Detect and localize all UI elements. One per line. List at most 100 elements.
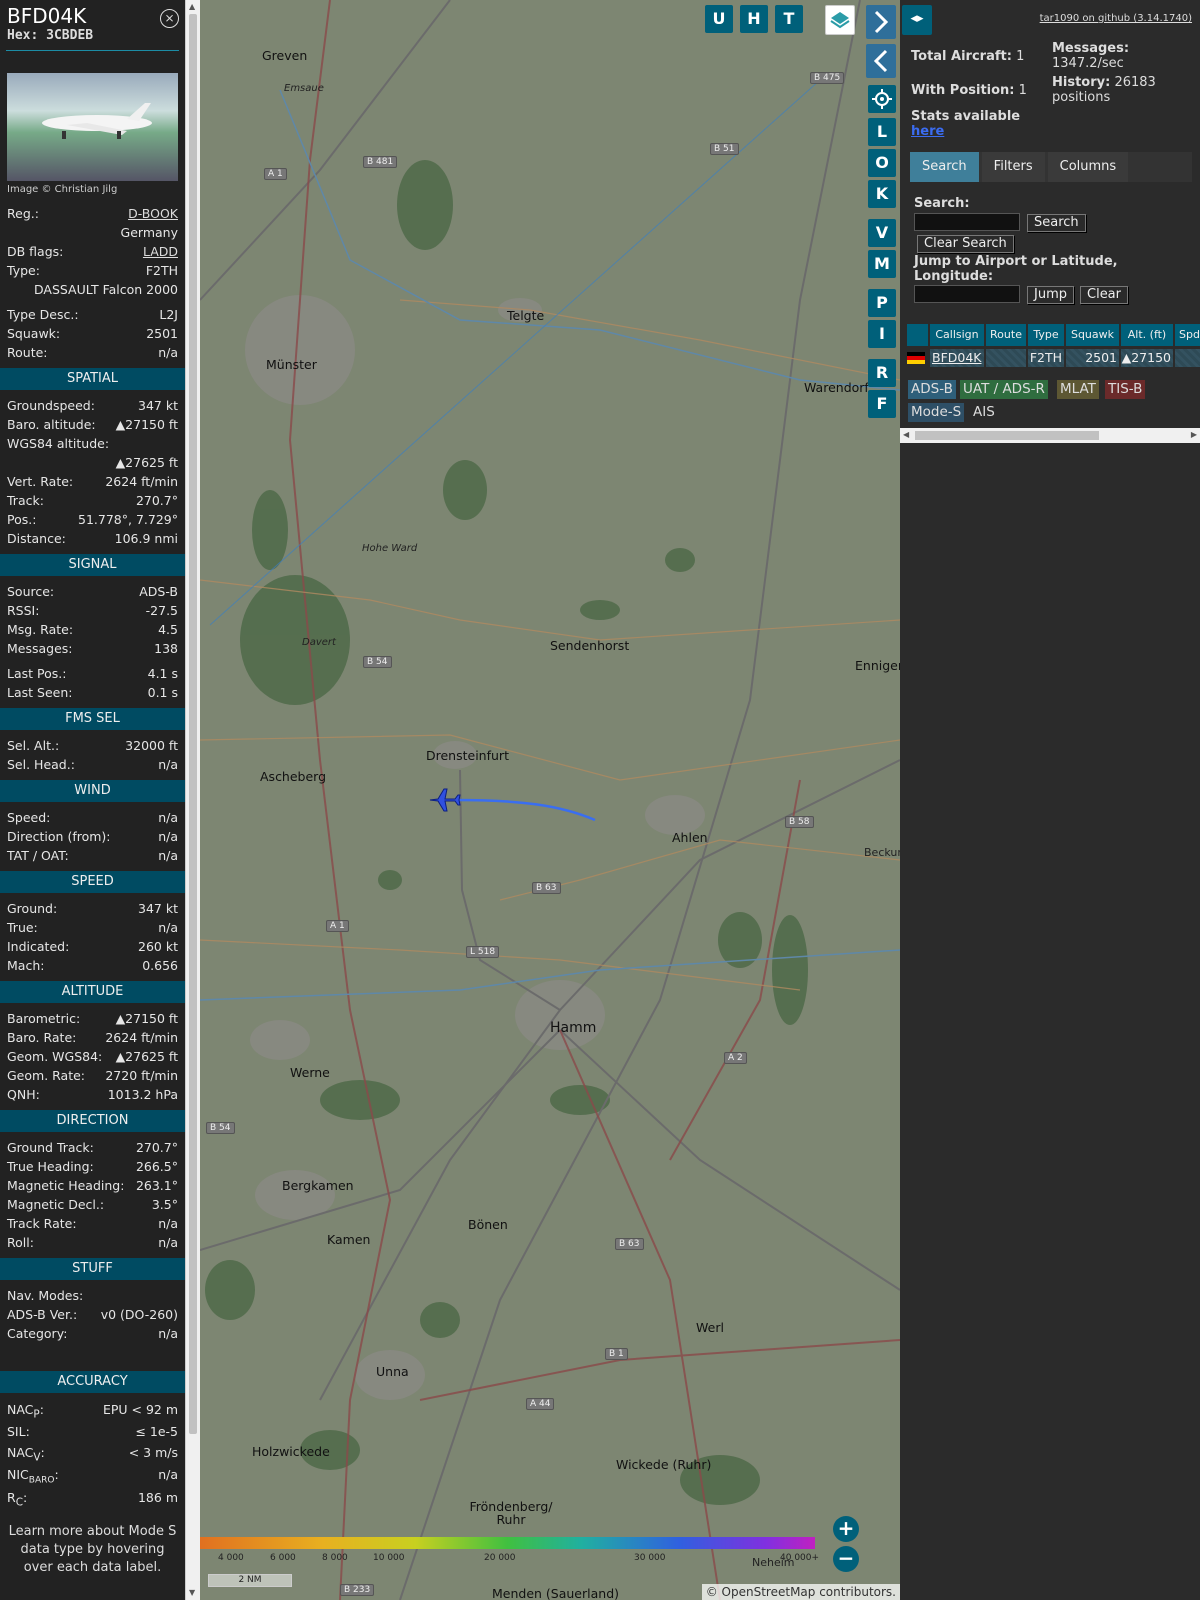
github-link[interactable]: tar1090 on github (3.14.1740) [1040, 13, 1192, 24]
source-chip-tisb[interactable]: TIS-B [1105, 380, 1146, 399]
photo-credit: Image © Christian Jilg [7, 184, 118, 195]
source-chip-uat[interactable]: UAT / ADS-R [960, 380, 1048, 399]
mach-value: 0.656 [142, 958, 178, 973]
gear-icon[interactable] [868, 85, 896, 113]
jet-illustration-icon [42, 103, 152, 139]
map-button-k[interactable]: K [868, 180, 896, 208]
messages-row: Messages: 138 [0, 639, 185, 658]
scrollbar-thumb[interactable] [915, 431, 1099, 440]
map-button-u[interactable]: U [705, 5, 733, 33]
close-icon[interactable]: ⨯ [160, 9, 179, 28]
jump-label: Jump to Airport or Latitude, Longitude: [914, 254, 1118, 284]
tab-search[interactable]: Search [910, 152, 979, 182]
map-button-f[interactable]: F [868, 390, 896, 418]
column-header-squawk[interactable]: Squawk [1066, 324, 1119, 346]
road-shield: B 63 [615, 1238, 644, 1250]
tab-columns[interactable]: Columns [1047, 152, 1129, 182]
map-canvas[interactable]: Greven Münster Telgte Warendorf Sendenho… [200, 0, 900, 1600]
road-shield: A 44 [526, 1398, 555, 1410]
dbflags-link[interactable]: LADD [143, 242, 178, 261]
tab-filters[interactable]: Filters [981, 152, 1045, 182]
lastseen-value: 0.1 s [147, 685, 178, 700]
ground-speed-label: Ground: [7, 901, 58, 916]
road-shield: B 481 [363, 156, 398, 168]
zoom-out-button[interactable]: − [833, 1546, 859, 1572]
map-button-v[interactable]: V [868, 219, 896, 247]
row-callsign-link[interactable]: BFD04K [930, 349, 984, 367]
search-input[interactable] [914, 213, 1020, 231]
mhead-label: Magnetic Heading: [7, 1178, 125, 1193]
map-button-m[interactable]: M [868, 250, 896, 278]
jump-input[interactable] [914, 285, 1020, 303]
column-header-callsign[interactable]: Callsign [930, 324, 984, 346]
map-button-r[interactable]: R [868, 359, 896, 387]
trate-value: n/a [158, 1216, 178, 1231]
tat-value: n/a [158, 848, 178, 863]
mach-label: Mach: [7, 958, 45, 973]
stats-link[interactable]: here [911, 124, 944, 139]
source-chip-mlat[interactable]: MLAT [1057, 380, 1099, 399]
selalt-row: Sel. Alt.: 32000 ft [0, 736, 185, 755]
clear-search-button[interactable]: Clear Search [917, 235, 1014, 253]
scroll-right-icon[interactable]: ▶ [1191, 430, 1197, 439]
column-header-flag[interactable] [907, 324, 928, 346]
column-header-altitude[interactable]: Alt. (ft) [1121, 324, 1173, 346]
scroll-down-icon[interactable]: ▼ [189, 1588, 195, 1597]
city-label: Ascheberg [260, 769, 327, 784]
header-divider [6, 50, 179, 51]
map-attribution[interactable]: © OpenStreetMap contributors. [701, 1584, 900, 1600]
map-button-h[interactable]: H [740, 5, 768, 33]
navmodes-row: Nav. Modes: [0, 1286, 185, 1305]
section-stuff: STUFF [0, 1258, 185, 1280]
map-button-i[interactable]: I [868, 320, 896, 348]
map-button-l[interactable]: L [868, 118, 896, 146]
column-header-speed[interactable]: Spd [1175, 324, 1200, 346]
layers-icon[interactable] [825, 5, 855, 35]
typedesc-row: Type Desc.: L2J [0, 305, 185, 324]
column-header-route[interactable]: Route [986, 324, 1026, 346]
nicbaro-row: NICBARO: n/a [0, 1463, 185, 1487]
zoom-in-button[interactable]: + [833, 1516, 859, 1542]
clear-button[interactable]: Clear [1080, 286, 1128, 304]
sil-label: SIL: [7, 1424, 30, 1439]
barometric-row: Barometric: ▲27150 ft [0, 1009, 185, 1028]
aircraft-photo[interactable] [7, 73, 178, 181]
legend-label: 40 000+ [780, 1553, 820, 1563]
city-label: Ahlen [672, 830, 708, 845]
scroll-up-icon[interactable]: ▲ [189, 2, 195, 11]
source-chip-ais[interactable]: AIS [970, 403, 998, 422]
map-button-o[interactable]: O [868, 149, 896, 177]
reg-link[interactable]: D-BOOK [128, 204, 178, 223]
altitude-color-legend [200, 1537, 815, 1549]
jump-button[interactable]: Jump [1027, 286, 1074, 304]
baro-alt-label: Baro. altitude: [7, 417, 96, 432]
info-panel-scrollbar[interactable]: ▲ ▼ [185, 0, 200, 1600]
lastpos-label: Last Pos.: [7, 666, 67, 681]
search-button[interactable]: Search [1027, 214, 1086, 232]
scroll-left-icon[interactable]: ◀ [903, 430, 909, 439]
nacp-value: EPU < 92 m [102, 1402, 178, 1417]
chevron-left-icon[interactable] [866, 44, 896, 78]
table-horizontal-scrollbar[interactable]: ◀ ▶ [900, 428, 1200, 443]
section-accuracy: ACCURACY [0, 1371, 185, 1393]
flag-germany-icon [907, 349, 928, 367]
map-button-p[interactable]: P [868, 289, 896, 317]
vrate-value: 2624 ft/min [105, 474, 178, 489]
chevron-right-icon[interactable] [866, 5, 896, 39]
wind-dir-value: n/a [158, 829, 178, 844]
expand-collapse-icon[interactable]: ◂▸ [902, 5, 932, 35]
aircraft-icon[interactable] [428, 786, 462, 814]
qnh-value: 1013.2 hPa [107, 1087, 178, 1102]
wind-dir-row: Direction (from): n/a [0, 827, 185, 846]
gtrack-value: 270.7° [135, 1140, 178, 1155]
column-header-type[interactable]: Type [1028, 324, 1064, 346]
road-shield: A 1 [264, 168, 287, 180]
aircraft-list-sidebar: ◂▸ tar1090 on github (3.14.1740) Total A… [900, 0, 1200, 1600]
source-chip-modes[interactable]: Mode-S [908, 403, 965, 422]
section-direction: DIRECTION [0, 1110, 185, 1132]
scrollbar-thumb[interactable] [189, 14, 197, 1434]
road-shield: A 1 [326, 920, 349, 932]
map-button-t[interactable]: T [775, 5, 803, 33]
search-label: Search: [914, 196, 970, 211]
source-chip-adsb[interactable]: ADS-B [908, 380, 956, 399]
